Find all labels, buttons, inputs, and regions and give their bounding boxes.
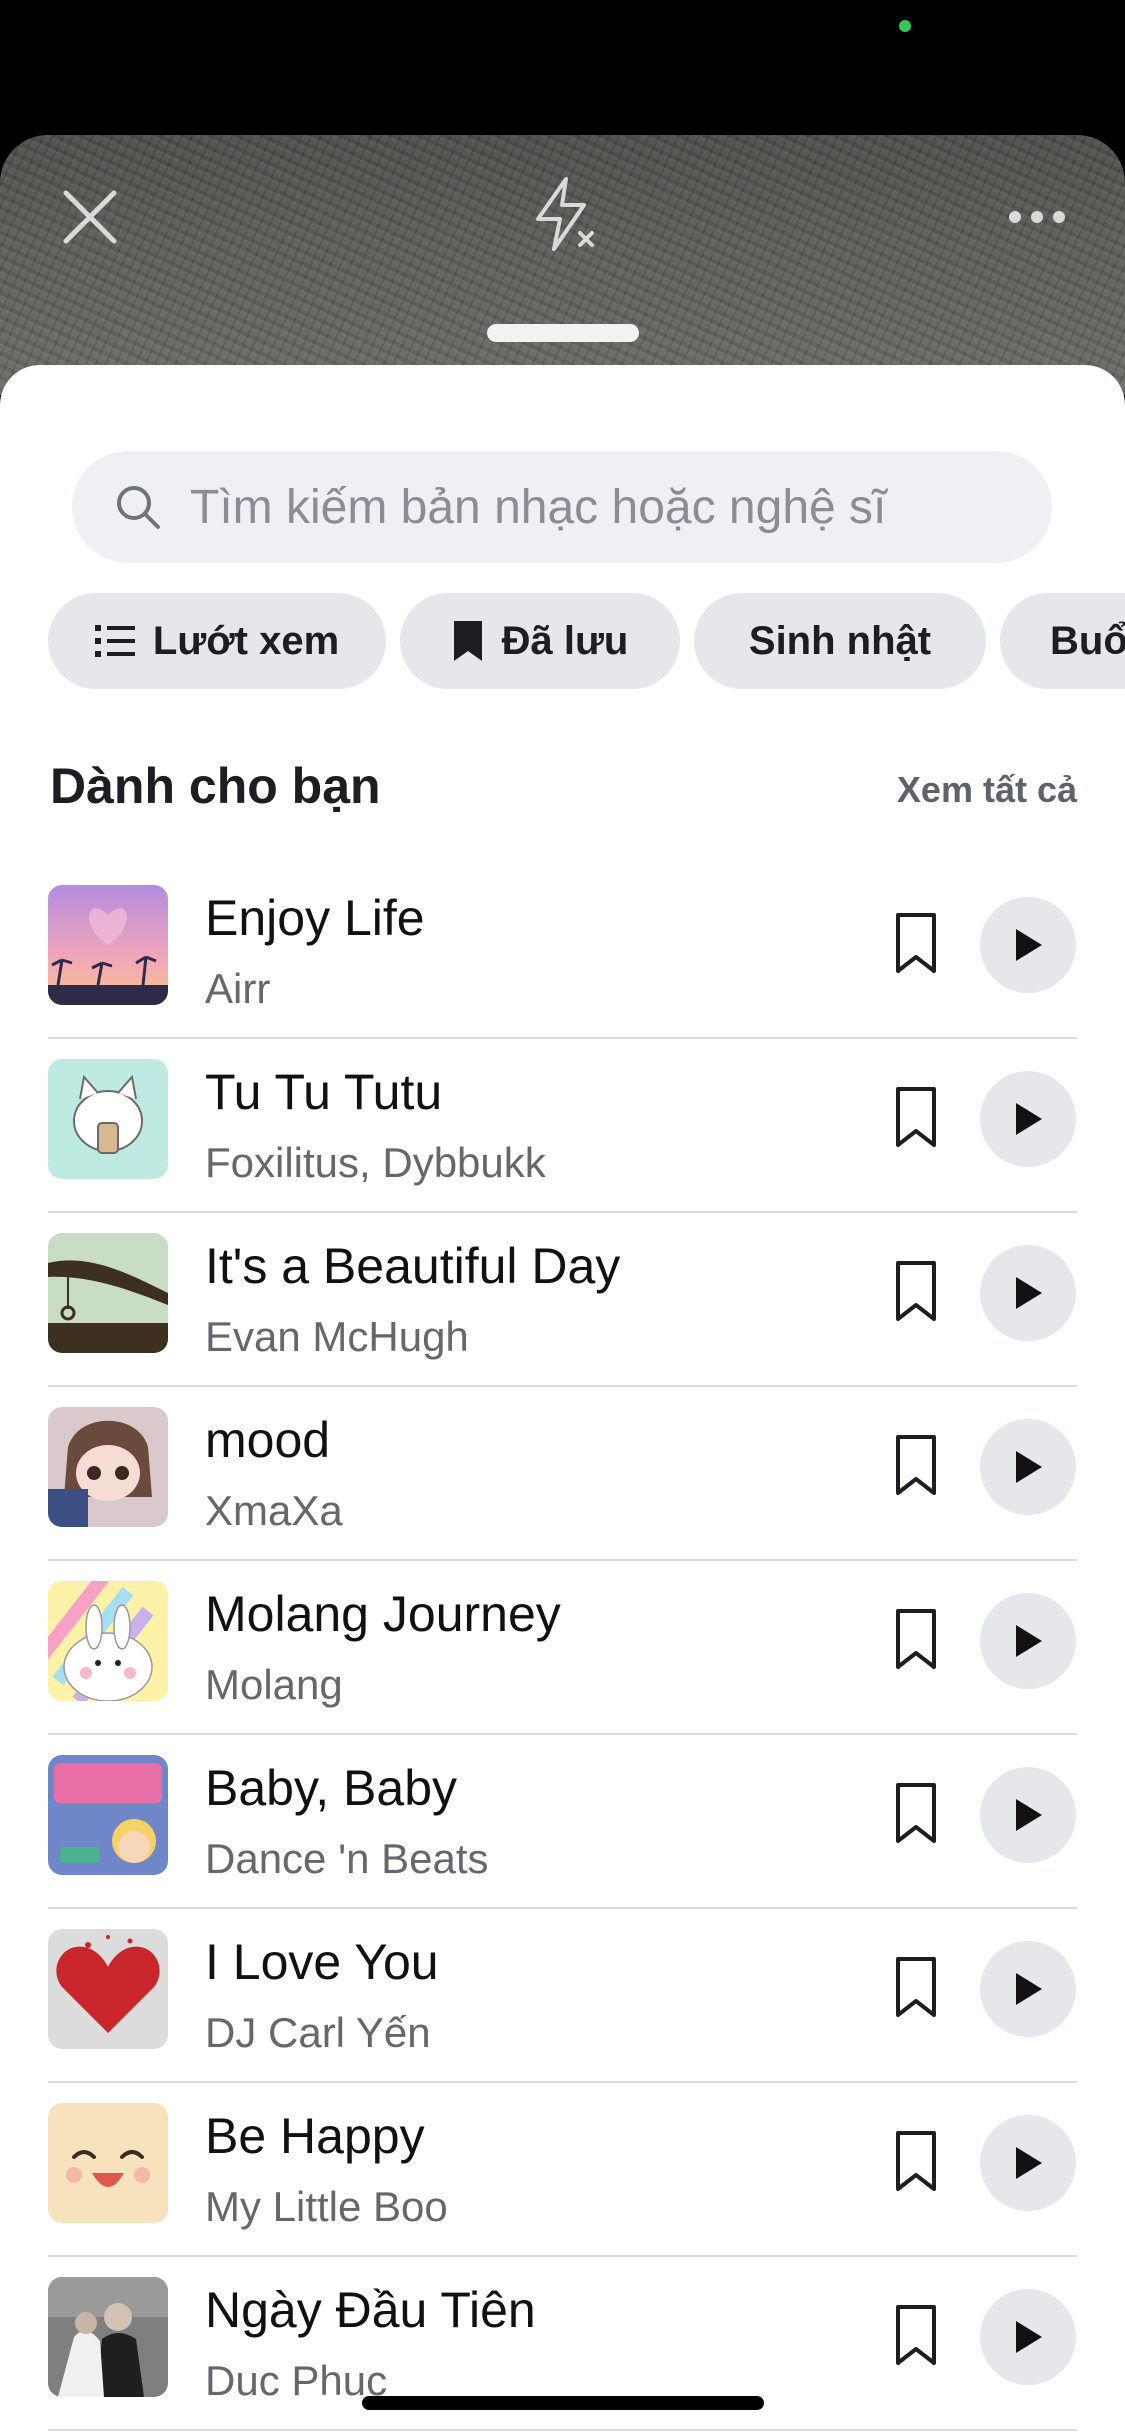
play-icon [1016,1103,1042,1135]
music-picker-sheet: Tìm kiếm bản nhạc hoặc nghệ sĩ Lướt xem … [0,365,1125,2436]
search-input[interactable]: Tìm kiếm bản nhạc hoặc nghệ sĩ [72,451,1052,563]
play-button[interactable] [980,1941,1076,2037]
bookmark-icon[interactable] [892,2129,940,2193]
play-icon [1016,1451,1042,1483]
chip-birthday[interactable]: Sinh nhật [694,593,986,689]
bookmark-filled-icon [453,621,482,661]
album-art [48,1581,168,1701]
play-button[interactable] [980,2289,1076,2385]
bookmark-icon[interactable] [892,1433,940,1497]
see-all-link[interactable]: Xem tất cả [897,769,1077,811]
flash-off-icon[interactable] [528,175,600,255]
list-item[interactable]: I Love You DJ Carl Yến [0,1909,1125,2083]
song-title: I Love You [205,1934,439,1990]
song-title: Enjoy Life [205,890,425,946]
bookmark-icon[interactable] [892,1781,940,1845]
album-art [48,1755,168,1875]
close-icon[interactable] [58,185,122,249]
chip-label: Sinh nhật [748,618,932,663]
bookmark-icon[interactable] [892,1955,940,2019]
bookmark-icon[interactable] [892,1607,940,1671]
album-art [48,1407,168,1527]
list-item[interactable]: Molang Journey Molang [0,1561,1125,1735]
sheet-grabber[interactable] [487,324,639,342]
play-icon [1016,2321,1042,2353]
play-icon [1016,2147,1042,2179]
privacy-indicator-dot [899,20,911,32]
chip-label: Đã lưu [501,618,629,663]
list-item[interactable]: Baby, Baby Dance 'n Beats [0,1735,1125,1909]
song-artist: Molang [205,1661,343,1708]
home-indicator[interactable] [362,2396,764,2410]
song-title: Be Happy [205,2108,425,2164]
play-icon [1016,1799,1042,1831]
chip-label: Buổ [1050,618,1125,663]
play-button[interactable] [980,2115,1076,2211]
album-art [48,1929,168,2049]
list-item[interactable]: mood XmaXa [0,1387,1125,1561]
album-art [48,1233,168,1353]
chip-label: Lướt xem [152,618,340,663]
play-button[interactable] [980,1593,1076,1689]
section-title: Dành cho bạn [50,758,381,814]
list-item[interactable]: Tu Tu Tutu Foxilitus, Dybbukk [0,1039,1125,1213]
song-artist: My Little Boo [205,2183,448,2230]
song-artist: Dance 'n Beats [205,1835,489,1882]
camera-preview [0,135,1125,395]
song-title: Molang Journey [205,1586,561,1642]
play-button[interactable] [980,1767,1076,1863]
category-chips: Lướt xem Đã lưu Sinh nhật Buổ [48,593,1125,689]
play-button[interactable] [980,1245,1076,1341]
search-icon [117,486,160,529]
song-artist: XmaXa [205,1487,343,1534]
bookmark-icon[interactable] [892,1259,940,1323]
album-art [48,1059,168,1179]
song-artist: Airr [205,965,271,1012]
play-icon [1016,929,1042,961]
play-icon [1016,1973,1042,2005]
song-title: Tu Tu Tutu [205,1064,443,1120]
bookmark-icon[interactable] [892,1085,940,1149]
song-artist: Evan McHugh [205,1313,469,1360]
song-artist: Duc Phuc [205,2357,388,2404]
bookmark-icon[interactable] [892,2303,940,2367]
song-title: It's a Beautiful Day [205,1238,621,1294]
list-item[interactable]: It's a Beautiful Day Evan McHugh [0,1213,1125,1387]
bookmark-icon[interactable] [892,911,940,975]
divider [48,2429,1077,2431]
song-artist: Foxilitus, Dybbukk [205,1139,546,1186]
play-button[interactable] [980,1071,1076,1167]
album-art [48,2103,168,2223]
chip-partial[interactable]: Buổ [1000,593,1125,689]
song-title: mood [205,1412,331,1468]
play-button[interactable] [980,897,1076,993]
play-icon [1016,1277,1042,1309]
song-title: Baby, Baby [205,1760,458,1816]
more-icon[interactable] [1005,205,1069,229]
album-art [48,885,168,1005]
song-title: Ngày Đầu Tiên [205,2282,536,2338]
song-artist: DJ Carl Yến [205,2009,431,2056]
play-icon [1016,1625,1042,1657]
chip-saved[interactable]: Đã lưu [400,593,680,689]
list-item[interactable]: Be Happy My Little Boo [0,2083,1125,2257]
search-placeholder: Tìm kiếm bản nhạc hoặc nghệ sĩ [190,480,887,534]
list-item[interactable]: Enjoy Life Airr [0,865,1125,1039]
album-art [48,2277,168,2397]
play-button[interactable] [980,1419,1076,1515]
chip-browse[interactable]: Lướt xem [48,593,386,689]
list-icon [94,625,135,657]
